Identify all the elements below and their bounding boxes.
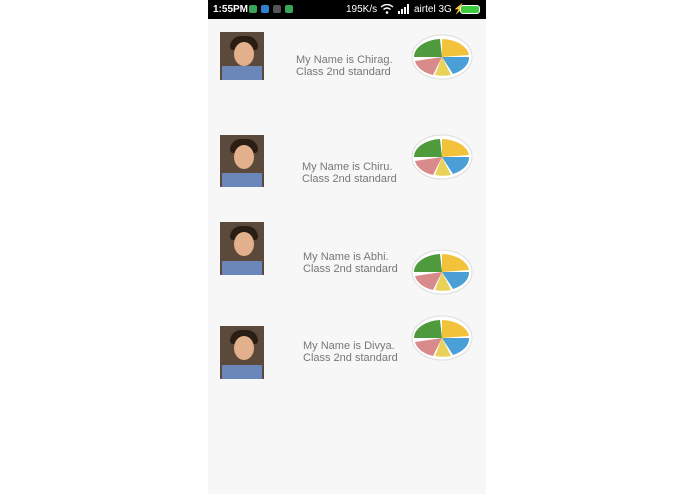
student-description: My Name is Chirag. Class 2nd standard — [296, 54, 393, 78]
carrier-label: airtel 3G — [414, 4, 452, 15]
student-description: My Name is Divya. Class 2nd standard — [303, 340, 398, 364]
app-notification-icon — [249, 5, 257, 13]
app-notification-icon — [273, 5, 281, 13]
student-row[interactable]: My Name is Divya. Class 2nd standard — [208, 312, 486, 382]
student-row[interactable]: My Name is Chiru. Class 2nd standard — [208, 133, 486, 189]
student-row[interactable]: My Name is Chirag. Class 2nd standard — [208, 31, 486, 83]
student-description: My Name is Abhi. Class 2nd standard — [303, 251, 398, 275]
status-time: 1:55PM — [213, 4, 249, 15]
wifi-icon — [380, 4, 394, 14]
app-notification-icon — [261, 5, 269, 13]
student-name-text: My Name is Chirag. — [296, 54, 393, 66]
battery-icon — [460, 5, 480, 14]
student-row[interactable]: My Name is Abhi. Class 2nd standard — [208, 220, 486, 300]
food-plate-icon — [411, 34, 473, 80]
app-notification-icon — [285, 5, 293, 13]
student-class-text: Class 2nd standard — [302, 173, 397, 185]
student-class-text: Class 2nd standard — [303, 263, 398, 275]
student-photo — [220, 135, 264, 187]
status-bar: 1:55PM 195K/s airtel 3G ⚡ — [208, 0, 486, 19]
food-plate-icon — [411, 134, 473, 180]
student-name-text: My Name is Divya. — [303, 340, 395, 352]
phone-screen: 1:55PM 195K/s airtel 3G ⚡ My Name is Chi… — [208, 0, 486, 494]
student-class-text: Class 2nd standard — [296, 66, 391, 78]
food-plate-icon — [411, 315, 473, 361]
student-photo — [220, 32, 264, 80]
student-photo — [220, 222, 264, 275]
student-name-text: My Name is Abhi. — [303, 251, 389, 263]
student-description: My Name is Chiru. Class 2nd standard — [302, 161, 397, 185]
food-plate-icon — [411, 249, 473, 295]
network-speed: 195K/s — [346, 4, 378, 15]
signal-strength-icon — [398, 4, 409, 14]
student-name-text: My Name is Chiru. — [302, 161, 393, 173]
student-class-text: Class 2nd standard — [303, 352, 398, 364]
student-photo — [220, 326, 264, 379]
